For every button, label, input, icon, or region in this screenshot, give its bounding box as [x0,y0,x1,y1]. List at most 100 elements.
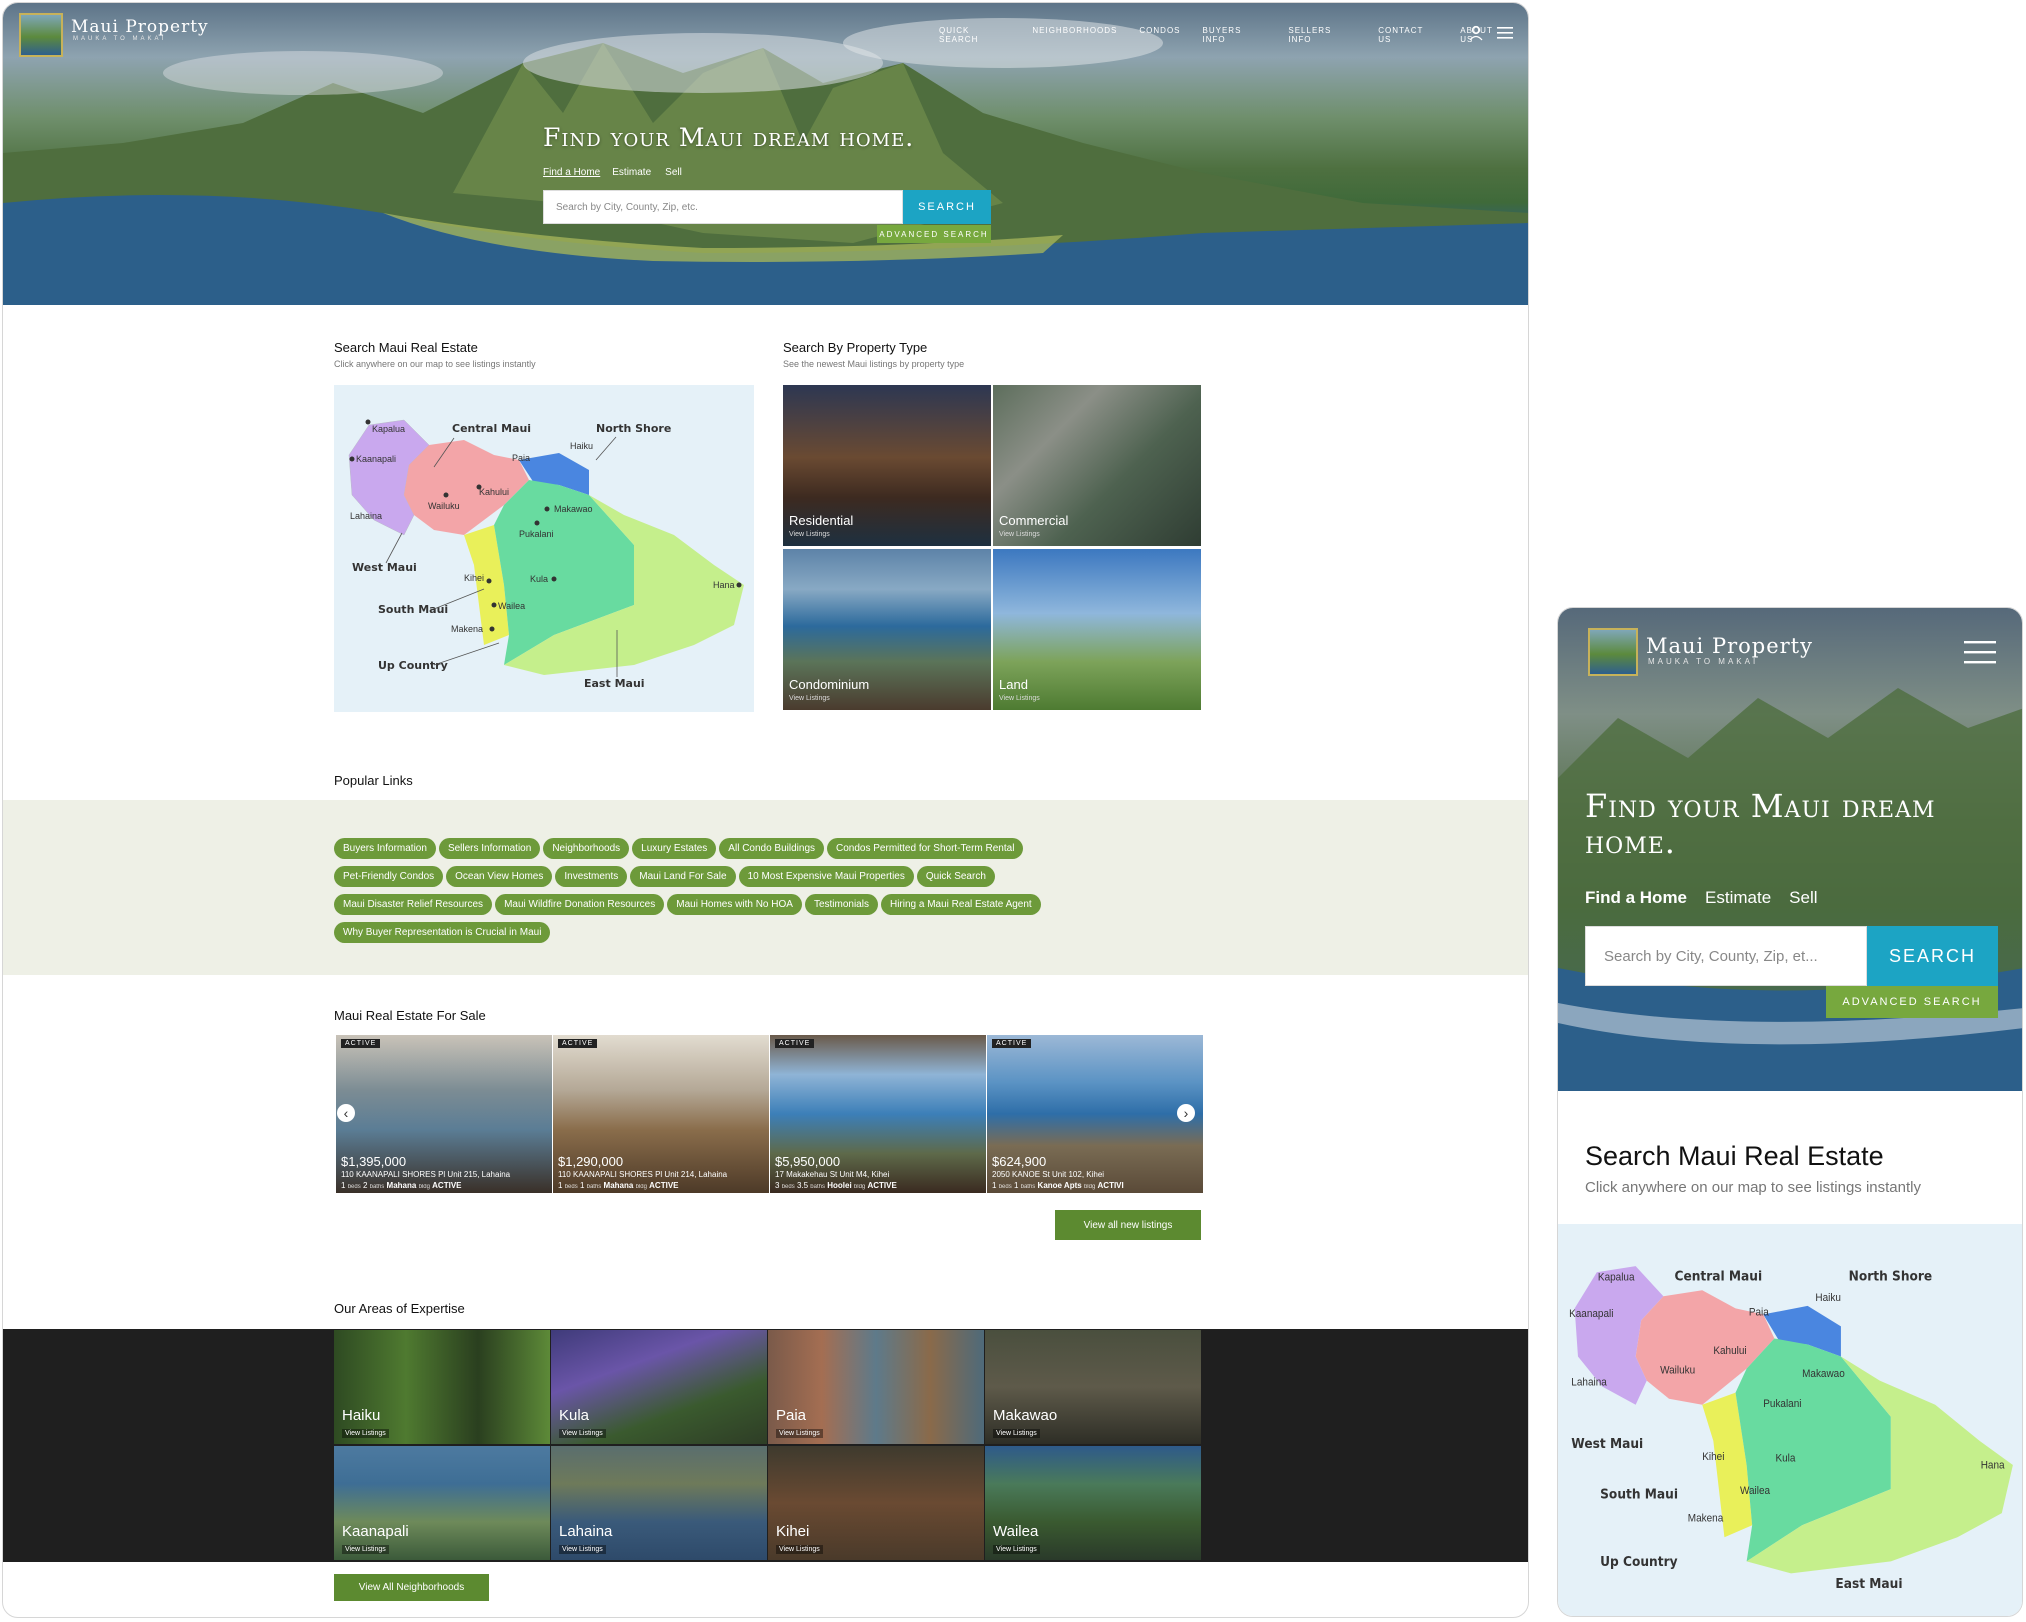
mobile-tab-sell[interactable]: Sell [1789,888,1817,908]
link-testimonials[interactable]: Testimonials [804,894,878,915]
property-type-residential[interactable]: Residential View Listings [783,385,991,546]
nav-condos[interactable]: Condos [1139,26,1180,44]
property-type-land[interactable]: Land View Listings [993,549,1201,710]
listings-title: Maui Real Estate For Sale [334,1008,486,1023]
nav-buyers-info[interactable]: Buyers Info [1203,26,1267,44]
mobile-town-paia[interactable]: Paia [1749,1307,1769,1318]
mobile-search-input[interactable]: Search by City, County, Zip, et... [1585,926,1867,986]
mobile-town-hana[interactable]: Hana [1981,1460,2005,1471]
mobile-town-makawao[interactable]: Makawao [1802,1369,1845,1380]
mobile-town-kihei[interactable]: Kihei [1702,1452,1724,1463]
property-type-commercial[interactable]: Commercial View Listings [993,385,1201,546]
mobile-town-haiku[interactable]: Haiku [1815,1293,1841,1304]
mobile-town-kaanapali[interactable]: Kaanapali [1569,1308,1613,1319]
mobile-town-pukalani[interactable]: Pukalani [1763,1399,1801,1410]
mobile-town-lahaina[interactable]: Lahaina [1571,1377,1607,1388]
carousel-prev-icon[interactable]: ‹ [337,1104,355,1122]
town-wailea[interactable]: Wailea [498,601,525,611]
town-kaanapali[interactable]: Kaanapali [356,454,396,464]
town-kahului[interactable]: Kahului [479,487,509,497]
listing-meta: 1 beds 1 baths Mahana bldg ACTIVE [558,1181,679,1190]
nav-neighborhoods[interactable]: Neighborhoods [1032,26,1117,44]
link-investments[interactable]: Investments [555,866,628,887]
town-paia[interactable]: Paia [512,453,530,463]
town-lahaina[interactable]: Lahaina [350,511,382,521]
listing-card[interactable]: ACTIVE $1,290,000 110 KAANAPALI SHORES P… [553,1035,769,1193]
user-icon[interactable] [1469,25,1483,41]
link-luxury-estates[interactable]: Luxury Estates [632,838,717,859]
town-kula[interactable]: Kula [530,574,548,584]
area-tile-wailea[interactable]: Wailea View Listings [985,1446,1201,1560]
mobile-search-button[interactable]: Search [1867,926,1998,986]
town-pukalani[interactable]: Pukalani [519,529,554,539]
status-badge: ACTIVE [341,1039,381,1048]
town-kapalua[interactable]: Kapalua [372,424,405,434]
mobile-town-wailea[interactable]: Wailea [1740,1486,1770,1497]
link-condos-short-term-rental[interactable]: Condos Permitted for Short-Term Rental [827,838,1024,859]
view-all-listings-button[interactable]: View all new listings [1055,1210,1201,1240]
area-tile-kihei[interactable]: Kihei View Listings [768,1446,984,1560]
tab-find-a-home[interactable]: Find a Home [543,167,600,178]
carousel-next-icon[interactable]: › [1177,1104,1195,1122]
advanced-search-button[interactable]: Advanced Search [877,225,991,243]
link-no-hoa-homes[interactable]: Maui Homes with No HOA [667,894,802,915]
town-makena[interactable]: Makena [451,624,483,634]
tab-sell[interactable]: Sell [665,167,682,178]
link-hiring-agent[interactable]: Hiring a Maui Real Estate Agent [880,894,1041,915]
link-neighborhoods[interactable]: Neighborhoods [543,838,630,859]
mobile-town-kapalua[interactable]: Kapalua [1598,1272,1635,1283]
link-disaster-relief[interactable]: Maui Disaster Relief Resources [334,894,493,915]
nav-quick-search[interactable]: Quick Search [939,26,1010,44]
mobile-logo-icon[interactable] [1588,628,1638,676]
listing-card[interactable]: ACTIVE $1,395,000 110 KAANAPALI SHORES P… [336,1035,552,1193]
link-buyer-representation[interactable]: Why Buyer Representation is Crucial in M… [334,922,551,943]
area-tile-kula[interactable]: Kula View Listings [551,1330,767,1444]
maui-map[interactable]: Central Maui North Shore West Maui South… [334,385,754,712]
area-tile-paia[interactable]: Paia View Listings [768,1330,984,1444]
property-type-label: Residential [789,513,854,528]
link-most-expensive-properties[interactable]: 10 Most Expensive Maui Properties [738,866,914,887]
nav-sellers-info[interactable]: Sellers Info [1288,26,1356,44]
listing-card[interactable]: ACTIVE $5,950,000 17 Makakehau St Unit M… [770,1035,986,1193]
link-maui-land-for-sale[interactable]: Maui Land For Sale [630,866,736,887]
area-tile-haiku[interactable]: Haiku View Listings [334,1330,550,1444]
areas-title: Our Areas of Expertise [334,1301,465,1316]
mobile-town-wailuku[interactable]: Wailuku [1660,1365,1695,1376]
logo-icon[interactable] [19,13,63,57]
mobile-tab-estimate[interactable]: Estimate [1705,888,1771,908]
mobile-page: Maui Property Mauka to Makai Find your M… [1557,607,2023,1617]
area-tile-kaanapali[interactable]: Kaanapali View Listings [334,1446,550,1560]
mobile-advanced-search-button[interactable]: Advanced Search [1826,986,1998,1018]
link-quick-search[interactable]: Quick Search [916,866,995,887]
link-wildfire-donation[interactable]: Maui Wildfire Donation Resources [495,894,665,915]
town-wailuku[interactable]: Wailuku [428,501,460,511]
mobile-brand-name[interactable]: Maui Property [1646,634,1813,658]
town-kihei[interactable]: Kihei [464,573,484,583]
mobile-hamburger-menu-icon[interactable] [1964,640,1996,664]
link-pet-friendly-condos[interactable]: Pet-Friendly Condos [334,866,444,887]
town-hana[interactable]: Hana [713,580,735,590]
link-sellers-information[interactable]: Sellers Information [438,838,541,859]
mobile-town-kula[interactable]: Kula [1775,1453,1795,1464]
tab-estimate[interactable]: Estimate [612,167,651,178]
brand-name[interactable]: Maui Property [71,17,209,37]
mobile-town-makena[interactable]: Makena [1688,1513,1724,1524]
town-haiku[interactable]: Haiku [570,441,593,451]
town-makawao[interactable]: Makawao [554,504,593,514]
search-button[interactable]: Search [903,190,991,224]
listing-card[interactable]: ACTIVE $624,900 2050 KANOE St Unit 102, … [987,1035,1203,1193]
area-tile-lahaina[interactable]: Lahaina View Listings [551,1446,767,1560]
link-all-condo-buildings[interactable]: All Condo Buildings [719,838,825,859]
link-ocean-view-homes[interactable]: Ocean View Homes [446,866,553,887]
property-type-condominium[interactable]: Condominium View Listings [783,549,991,710]
hamburger-menu-icon[interactable] [1497,26,1513,40]
link-buyers-information[interactable]: Buyers Information [334,838,436,859]
mobile-label-south-maui: South Maui [1600,1487,1678,1503]
view-all-neighborhoods-button[interactable]: View All Neighborhoods [334,1574,489,1601]
mobile-tab-find-a-home[interactable]: Find a Home [1585,888,1687,908]
mobile-maui-map[interactable]: Central Maui North Shore West Maui South… [1558,1224,2022,1616]
area-tile-makawao[interactable]: Makawao View Listings [985,1330,1201,1444]
nav-contact-us[interactable]: Contact Us [1378,26,1438,44]
search-input[interactable]: Search by City, County, Zip, etc. [543,190,903,224]
mobile-town-kahului[interactable]: Kahului [1713,1346,1746,1357]
